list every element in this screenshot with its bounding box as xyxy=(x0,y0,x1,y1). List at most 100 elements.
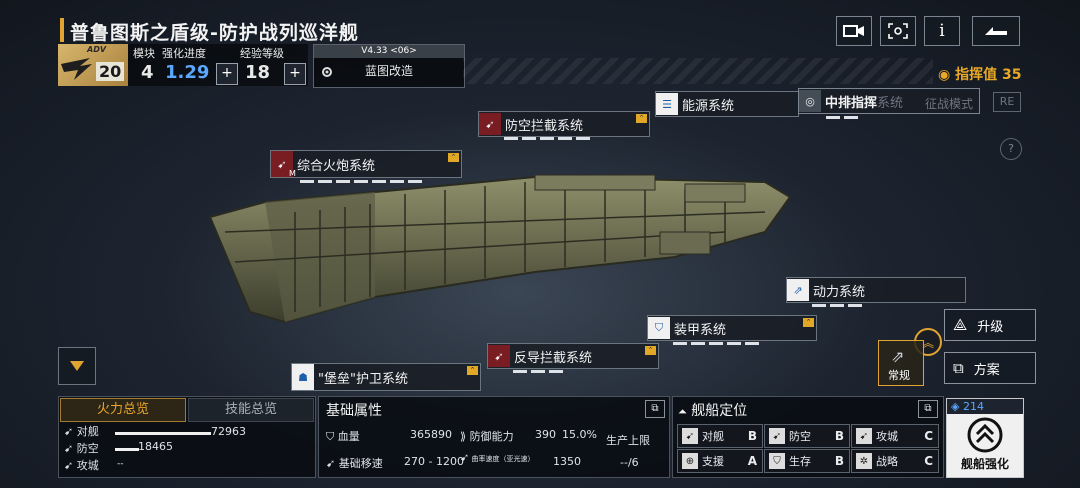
module-value: 4 xyxy=(141,62,154,83)
plan-label: 方案 xyxy=(973,362,1000,378)
role-anti-air: ➹ 防空 B xyxy=(764,424,850,448)
expand-window-icon[interactable]: ⧉ xyxy=(918,400,938,418)
scan-button[interactable] xyxy=(880,16,916,46)
scan-icon xyxy=(888,23,908,39)
title-accent-bar xyxy=(60,18,64,42)
positioning-title: 舰船定位 xyxy=(691,403,748,419)
upgrade-arrow-icon: ⌃ xyxy=(645,346,656,355)
power-system-icon: ⇗ xyxy=(787,279,809,301)
role-strategy: ✲ 战略 C xyxy=(851,449,939,473)
defense-icon: ⟫ xyxy=(460,430,467,443)
back-icon xyxy=(985,27,1007,35)
page-title: 普鲁图斯之盾级-防护战列巡洋舰 xyxy=(70,22,359,44)
anti-ship-icon: ➹ xyxy=(64,425,74,438)
role-label: 攻城 xyxy=(876,430,898,443)
production-label: 生产上限 xyxy=(606,434,650,447)
fp-row-anti-ship: ➹ 对舰 xyxy=(64,423,99,439)
central-command-faded: 系统 xyxy=(877,95,904,111)
enhance-count-bar: ◈ 214 xyxy=(947,399,1023,414)
antiguide-dashes xyxy=(513,370,563,373)
adv-tag: ADV xyxy=(87,45,107,54)
back-button[interactable] xyxy=(972,16,1020,46)
siege-icon: ➹ xyxy=(856,428,872,444)
exp-label: 经验等级 xyxy=(240,47,284,60)
re-button[interactable]: RE xyxy=(993,92,1021,112)
fp-label: 对舰 xyxy=(76,425,99,438)
role-survival: ⛉ 生存 B xyxy=(764,449,850,473)
command-value: ◉ 指挥值 35 xyxy=(938,64,1021,84)
energy-system-button[interactable]: ☰ 能源系统 xyxy=(655,91,799,117)
blueprint-remodel-button[interactable]: V4.33 <06> 蓝图改造 xyxy=(313,44,465,88)
antiguide-system-icon: ➹ xyxy=(488,345,510,367)
role-anti-ship: ➹ 对舰 B xyxy=(677,424,763,448)
energy-system-icon: ☰ xyxy=(656,93,678,115)
upgrade-label: 升级 xyxy=(977,319,1004,335)
triangle-down-icon xyxy=(70,361,84,371)
siege-icon: ➹ xyxy=(64,459,74,472)
defense-percent: 15.0% xyxy=(562,428,597,441)
info-button[interactable]: i xyxy=(924,16,960,46)
ship-enhance-label: 舰船强化 xyxy=(960,457,1009,471)
fortress-system-icon: ☗ xyxy=(292,364,314,390)
antiair-system-button[interactable]: ➹ 防空拦截系统 ⌃ xyxy=(478,111,650,137)
defense-value: 390 xyxy=(535,428,556,441)
gear-icon xyxy=(322,67,332,77)
info-icon: i xyxy=(939,21,945,41)
role-grade: C xyxy=(924,454,933,468)
expand-window-icon[interactable]: ⧉ xyxy=(645,400,665,418)
ship-enhance-button[interactable]: ◈ 214 舰船强化 xyxy=(946,398,1024,478)
defense-row: ⟫ 防御能力 xyxy=(460,428,514,444)
role-grade: B xyxy=(747,429,757,443)
normal-mode-icon: ⇗ xyxy=(891,347,905,366)
campaign-mode-label: 征战模式 xyxy=(925,97,974,111)
plan-button[interactable]: ⧉ 方案 xyxy=(944,352,1036,384)
fortress-system-button[interactable]: ☗ "堡垒"护卫系统 ⌃ xyxy=(291,363,481,391)
video-button[interactable] xyxy=(836,16,872,46)
enhance-value: 1.29 xyxy=(165,62,210,83)
faction-logo-icon xyxy=(61,58,92,80)
role-grade: A xyxy=(747,454,757,468)
version-label: V4.33 <06> xyxy=(314,45,464,58)
artillery-system-label: 综合火炮系统 xyxy=(297,158,376,174)
role-siege: ➹ 攻城 C xyxy=(851,424,939,448)
power-system-button[interactable]: ⇗ 动力系统 xyxy=(786,277,966,303)
shield-icon: ⛉ xyxy=(326,430,335,443)
fp-label: 攻城 xyxy=(76,459,99,472)
antiguide-system-button[interactable]: ➹ 反导拦截系统 ⌃ xyxy=(487,343,659,369)
antiair-system-icon: ➹ xyxy=(479,113,501,135)
strategy-icon: ✲ xyxy=(856,453,872,469)
ship-icon: ⏶ xyxy=(678,405,687,418)
enhance-plus-button[interactable]: + xyxy=(216,63,238,85)
speed-icon: ➹ xyxy=(326,457,336,470)
role-grade: B xyxy=(834,454,844,468)
central-command-label: 中排指挥 xyxy=(825,95,878,111)
expand-button[interactable] xyxy=(58,347,96,385)
energy-system-label: 能源系统 xyxy=(682,98,735,114)
shield-icon: ⛉ xyxy=(648,317,670,339)
upgrade-arrow-icon: ⌃ xyxy=(803,318,814,327)
upgrade-arrow-icon: ⌃ xyxy=(467,366,478,375)
normal-mode-button[interactable]: ⇗ 常规 xyxy=(878,340,924,386)
fp-row-anti-air: ➹ 防空 xyxy=(64,440,99,456)
tab-firepower[interactable]: 火力总览 xyxy=(60,398,186,422)
plan-icon: ⧉ xyxy=(953,359,964,377)
role-grade: B xyxy=(834,429,844,443)
enhance-count: 214 xyxy=(962,400,984,413)
video-icon xyxy=(843,25,864,37)
fp-label: 防空 xyxy=(76,442,99,455)
exp-plus-button[interactable]: + xyxy=(284,63,306,85)
fp-row-siege: ➹ 攻城 xyxy=(64,457,99,473)
upgrade-button[interactable]: ⟁ 升级 xyxy=(944,309,1036,341)
command-label: 指挥值 xyxy=(955,67,998,83)
hp-label: 血量 xyxy=(337,430,360,443)
role-label: 支援 xyxy=(702,455,724,468)
power-system-label: 动力系统 xyxy=(813,284,866,300)
role-label: 战略 xyxy=(876,455,898,468)
tab-skills[interactable]: 技能总览 xyxy=(188,398,314,422)
help-button[interactable]: ? xyxy=(1000,138,1022,160)
upgrade-icon: ⟁ xyxy=(953,315,968,334)
ship-image xyxy=(208,174,792,324)
armor-system-button[interactable]: ⛉ 装甲系统 ⌃ xyxy=(647,315,817,341)
anti-air-icon: ➹ xyxy=(64,442,74,455)
hp-value: 365890 xyxy=(410,428,452,441)
